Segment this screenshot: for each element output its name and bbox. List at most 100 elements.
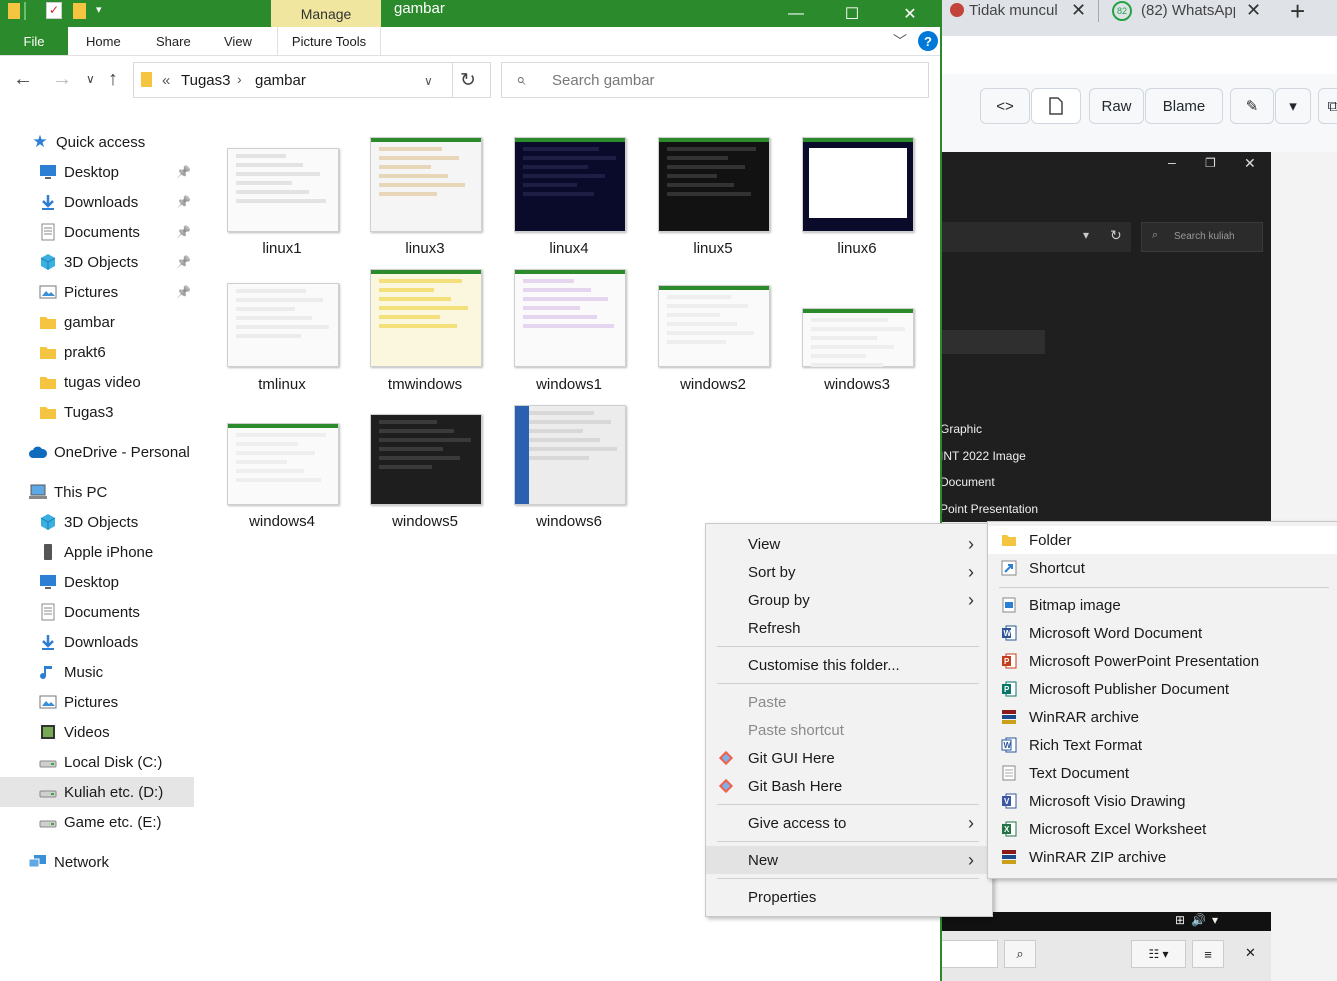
new-microsoft-word-document[interactable]: W Microsoft Word Document bbox=[988, 619, 1337, 647]
new-microsoft-visio-drawing[interactable]: V Microsoft Visio Drawing bbox=[988, 787, 1337, 815]
chevron-right-icon: › bbox=[968, 849, 974, 870]
menu-item-properties[interactable]: Properties bbox=[706, 883, 992, 911]
recent-locations-icon[interactable]: ∨ bbox=[86, 72, 95, 86]
chevron-down-icon[interactable]: ▾ bbox=[1275, 88, 1311, 124]
tab-view[interactable]: View bbox=[224, 27, 252, 55]
menu-item-refresh[interactable]: Refresh bbox=[706, 614, 992, 642]
sidebar-item-desktop[interactable]: Desktop bbox=[0, 567, 194, 597]
raw-button[interactable]: Raw bbox=[1089, 88, 1144, 124]
new-microsoft-publisher-document[interactable]: P Microsoft Publisher Document bbox=[988, 675, 1337, 703]
sidebar-item-pictures[interactable]: Pictures bbox=[0, 687, 194, 717]
new-winrar-zip-archive[interactable]: WinRAR ZIP archive bbox=[988, 843, 1337, 871]
back-arrow-icon[interactable]: ← bbox=[13, 68, 33, 91]
sidebar-item-documents[interactable]: Documents 📌 bbox=[0, 217, 194, 247]
onedrive[interactable]: OneDrive - Personal bbox=[0, 437, 194, 467]
minimize-icon[interactable]: – bbox=[1168, 154, 1176, 170]
sidebar-item-3d-objects[interactable]: 3D Objects 📌 bbox=[0, 247, 194, 277]
sidebar-item-videos[interactable]: Videos bbox=[0, 717, 194, 747]
dark-menu-item[interactable]: Point Presentation bbox=[940, 496, 1038, 523]
dark-menu-item[interactable]: Graphic bbox=[940, 416, 1038, 443]
sidebar-item-prakt6[interactable]: prakt6 bbox=[0, 337, 194, 367]
sidebar-item-gambar[interactable]: gambar bbox=[0, 307, 194, 337]
help-icon[interactable]: ? bbox=[918, 31, 938, 51]
file-thumbnail bbox=[802, 137, 914, 232]
nav-item-label: Local Disk (C:) bbox=[64, 753, 163, 771]
menu-item-sort-by[interactable]: Sort by › bbox=[706, 558, 992, 586]
tab-picture-tools[interactable]: Picture Tools bbox=[277, 27, 381, 55]
sidebar-item-tugas-video[interactable]: tugas video bbox=[0, 367, 194, 397]
tab-share[interactable]: Share bbox=[156, 27, 191, 55]
close-icon[interactable]: ✕ bbox=[1244, 155, 1256, 172]
sidebar-item-apple-iphone[interactable]: Apple iPhone bbox=[0, 537, 194, 567]
menu-item-give-access-to[interactable]: Give access to › bbox=[706, 809, 992, 837]
new-shortcut[interactable]: Shortcut bbox=[988, 554, 1337, 582]
copy-icon[interactable]: ⧉ bbox=[1318, 88, 1337, 124]
sidebar-item-kuliah-etc-d-[interactable]: Kuliah etc. (D:) bbox=[0, 777, 194, 807]
new-winrar-archive[interactable]: WinRAR archive bbox=[988, 703, 1337, 731]
edit-icon[interactable]: ✎ bbox=[1230, 88, 1274, 124]
new-rich-text-format[interactable]: W Rich Text Format bbox=[988, 731, 1337, 759]
quick-access[interactable]: ★ Quick access bbox=[0, 127, 194, 157]
close-tab-icon[interactable]: ✕ bbox=[1246, 0, 1261, 21]
sidebar-item-documents[interactable]: Documents bbox=[0, 597, 194, 627]
up-arrow-icon[interactable]: ↑ bbox=[108, 68, 118, 91]
new-folder[interactable]: Folder bbox=[988, 526, 1337, 554]
new-tab-button[interactable]: + bbox=[1290, 0, 1305, 27]
new-microsoft-excel-worksheet[interactable]: X Microsoft Excel Worksheet bbox=[988, 815, 1337, 843]
quick-access-toolbar-dropdown-icon[interactable]: ▾ bbox=[96, 3, 102, 16]
restore-icon[interactable]: ❐ bbox=[1205, 156, 1216, 170]
browser-tab-1[interactable]: Tidak muncul bbox=[969, 0, 1059, 24]
sidebar-item-3d-objects[interactable]: 3D Objects bbox=[0, 507, 194, 537]
menu-icon[interactable]: ≡ bbox=[1192, 940, 1224, 968]
manage-tab[interactable]: Manage bbox=[271, 0, 381, 27]
close-tab-icon[interactable]: ✕ bbox=[1071, 0, 1086, 21]
dark-menu-item[interactable]: Document bbox=[940, 469, 1038, 496]
dark-menu-item[interactable]: INT 2022 Image bbox=[940, 443, 1038, 470]
code-view-button[interactable]: <> bbox=[980, 88, 1030, 124]
network[interactable]: Network bbox=[0, 847, 194, 877]
refresh-icon[interactable]: ↻ bbox=[1110, 227, 1122, 244]
refresh-icon[interactable]: ↻ bbox=[460, 69, 476, 92]
sidebar-item-music[interactable]: Music bbox=[0, 657, 194, 687]
sidebar-item-local-disk-c-[interactable]: Local Disk (C:) bbox=[0, 747, 194, 777]
maximize-icon[interactable]: ☐ bbox=[824, 0, 880, 27]
sidebar-item-pictures[interactable]: Pictures 📌 bbox=[0, 277, 194, 307]
sidebar-item-tugas3[interactable]: Tugas3 bbox=[0, 397, 194, 427]
chevron-down-icon[interactable]: ▾ bbox=[1083, 228, 1089, 242]
close-icon[interactable]: ✕ bbox=[1245, 945, 1256, 961]
menu-item-view[interactable]: View › bbox=[706, 530, 992, 558]
breadcrumb-tugas3[interactable]: Tugas3 bbox=[181, 72, 230, 89]
chevron-down-icon[interactable]: ∨ bbox=[424, 74, 433, 88]
breadcrumb-gambar[interactable]: gambar bbox=[255, 72, 306, 89]
menu-item-group-by[interactable]: Group by › bbox=[706, 586, 992, 614]
search-icon[interactable]: ⌕ bbox=[1004, 940, 1036, 968]
sidebar-item-downloads[interactable]: Downloads bbox=[0, 627, 194, 657]
menu-item-git-bash-here[interactable]: Git Bash Here bbox=[706, 772, 992, 800]
menu-item-git-gui-here[interactable]: Git GUI Here bbox=[706, 744, 992, 772]
this-pc[interactable]: This PC bbox=[0, 477, 194, 507]
tab-file[interactable]: File bbox=[0, 27, 68, 55]
new-microsoft-powerpoint-presentation[interactable]: P Microsoft PowerPoint Presentation bbox=[988, 647, 1337, 675]
preview-file-button[interactable] bbox=[1031, 88, 1081, 124]
breadcrumb-overflow[interactable]: « bbox=[162, 72, 170, 89]
minimize-icon[interactable]: — bbox=[768, 0, 824, 27]
dark-address-bar[interactable] bbox=[940, 222, 1131, 252]
sidebar-item-desktop[interactable]: Desktop 📌 bbox=[0, 157, 194, 187]
close-icon[interactable]: ✕ bbox=[882, 0, 938, 27]
file-thumbnail bbox=[370, 414, 482, 505]
bottom-input[interactable] bbox=[940, 940, 998, 968]
view-mode-icon[interactable]: ☷ ▾ bbox=[1131, 940, 1186, 968]
menu-item-new[interactable]: New › bbox=[706, 846, 992, 874]
tab-home[interactable]: Home bbox=[86, 27, 121, 55]
properties-icon[interactable]: ✓ bbox=[46, 2, 62, 19]
new-folder-icon[interactable] bbox=[73, 3, 86, 19]
browser-tab-2[interactable]: (82) WhatsApp bbox=[1141, 0, 1235, 24]
sidebar-item-game-etc-e-[interactable]: Game etc. (E:) bbox=[0, 807, 194, 837]
blame-button[interactable]: Blame bbox=[1145, 88, 1223, 124]
menu-item-customise-this-folder[interactable]: Customise this folder... bbox=[706, 651, 992, 679]
sidebar-item-downloads[interactable]: Downloads 📌 bbox=[0, 187, 194, 217]
new-text-document[interactable]: Text Document bbox=[988, 759, 1337, 787]
chevron-down-icon[interactable]: ﹀ bbox=[893, 31, 907, 51]
new-bitmap-image[interactable]: Bitmap image bbox=[988, 591, 1337, 619]
forward-arrow-icon[interactable]: → bbox=[52, 68, 72, 91]
